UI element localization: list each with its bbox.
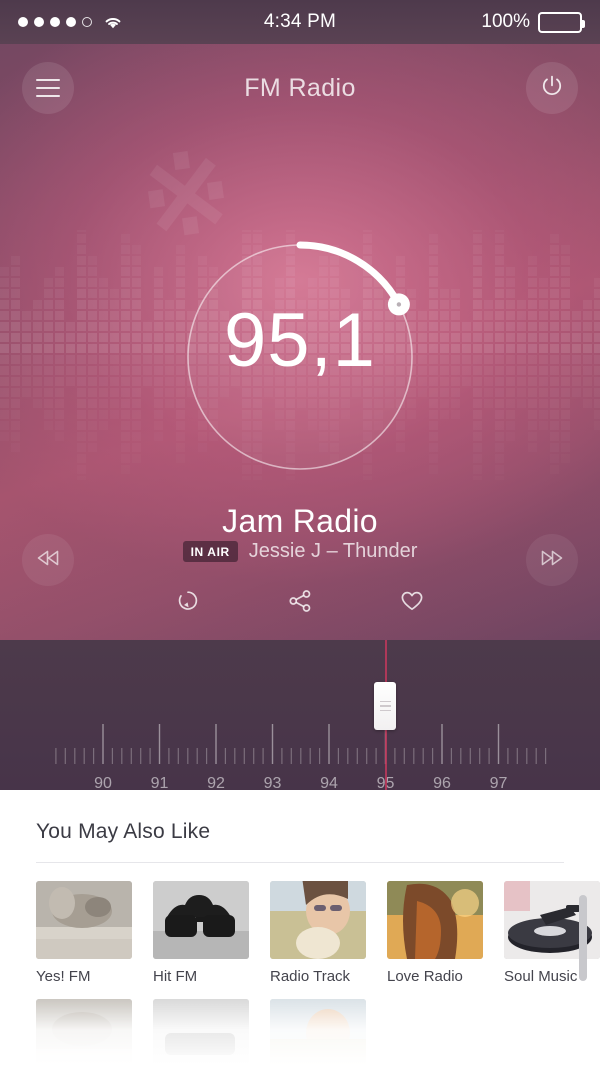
station-card-label: Yes! FM xyxy=(36,968,132,985)
action-buttons xyxy=(0,586,600,620)
station-thumbnail xyxy=(270,999,366,1065)
svg-text:93: 93 xyxy=(264,775,282,790)
frequency-dial[interactable]: 95,1 xyxy=(185,225,415,495)
player-hero: ※ 4:34 PM xyxy=(0,0,600,640)
suggestions-section: You May Also Like Yes! FM xyxy=(0,790,600,1065)
status-bar: 4:34 PM 100% xyxy=(0,0,600,44)
station-thumbnail xyxy=(387,881,483,959)
svg-text:94: 94 xyxy=(320,775,338,790)
station-meta: IN AIR Jessie J – Thunder xyxy=(0,540,600,563)
fm-radio-app: ※ 4:34 PM xyxy=(0,0,600,1065)
station-card-label: Hit FM xyxy=(153,968,249,985)
suggestions-scrollbar[interactable] xyxy=(579,895,587,981)
station-thumbnail xyxy=(153,999,249,1065)
station-card[interactable]: Love Radio xyxy=(387,881,483,985)
power-icon xyxy=(540,74,564,103)
station-card[interactable]: Radio Track xyxy=(270,881,366,985)
battery-icon xyxy=(538,12,582,33)
tuner-ruler: 9091929394959697 xyxy=(0,640,600,790)
station-card-label: Radio Track xyxy=(270,968,366,985)
svg-text:91: 91 xyxy=(151,775,169,790)
station-card[interactable] xyxy=(36,999,132,1065)
station-thumbnail xyxy=(270,881,366,959)
share-button[interactable] xyxy=(283,586,317,620)
fast-forward-icon xyxy=(539,548,565,573)
station-grid-row-2 xyxy=(0,985,600,1065)
frequency-tuner[interactable]: 9091929394959697 xyxy=(0,640,600,790)
station-card[interactable]: Yes! FM xyxy=(36,881,132,985)
replay-icon xyxy=(175,588,201,619)
station-thumbnail xyxy=(36,999,132,1065)
share-icon xyxy=(287,588,313,619)
svg-text:92: 92 xyxy=(207,775,225,790)
svg-text:96: 96 xyxy=(433,775,451,790)
menu-button[interactable] xyxy=(22,62,74,114)
rewind-icon xyxy=(35,548,61,573)
previous-station-button[interactable] xyxy=(22,534,74,586)
status-badge: IN AIR xyxy=(183,541,238,562)
hamburger-menu-icon xyxy=(36,79,60,97)
station-thumbnail xyxy=(36,881,132,959)
status-bar-right: 100% xyxy=(481,11,582,33)
station-thumbnail xyxy=(153,881,249,959)
station-card[interactable] xyxy=(153,999,249,1065)
station-card-label: Love Radio xyxy=(387,968,483,985)
replay-button[interactable] xyxy=(171,586,205,620)
svg-text:97: 97 xyxy=(490,775,508,790)
section-title: You May Also Like xyxy=(0,790,600,844)
tuner-slider-handle[interactable] xyxy=(374,682,396,730)
svg-text:90: 90 xyxy=(94,775,112,790)
app-header: FM Radio xyxy=(0,44,600,132)
favorite-button[interactable] xyxy=(395,586,429,620)
power-button[interactable] xyxy=(526,62,578,114)
frequency-value: 95,1 xyxy=(185,225,415,455)
station-card[interactable]: Hit FM xyxy=(153,881,249,985)
station-name: Jam Radio xyxy=(0,503,600,540)
next-station-button[interactable] xyxy=(526,534,578,586)
favorite-heart-icon xyxy=(399,588,425,619)
page-title: FM Radio xyxy=(244,74,356,103)
battery-percent-label: 100% xyxy=(481,11,530,33)
now-playing-track: Jessie J – Thunder xyxy=(249,540,418,563)
station-card[interactable] xyxy=(270,999,366,1065)
station-grid-row-1: Yes! FM Hit FM xyxy=(0,863,600,985)
